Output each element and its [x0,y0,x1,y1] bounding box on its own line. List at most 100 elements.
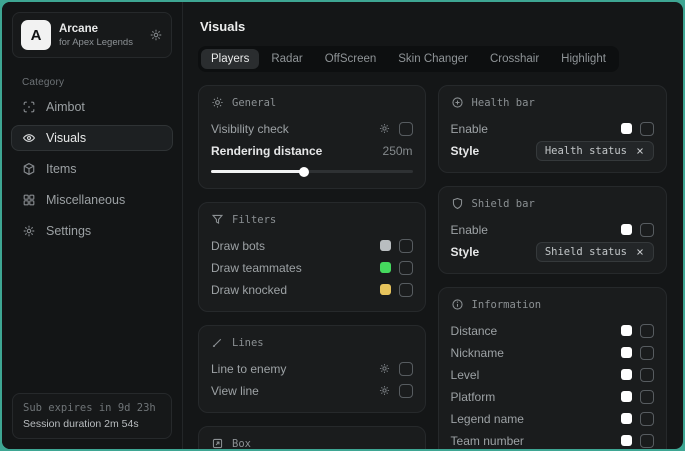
sidebar-item-settings[interactable]: Settings [11,218,173,244]
health-cross-icon [451,96,464,109]
team-number-checkbox[interactable] [640,434,654,448]
line-to-enemy-row: Line to enemy [211,358,413,379]
shield-bar-section-header: Shield bar [451,197,654,210]
row-label: Style [451,245,480,259]
row-label: Draw teammates [211,261,302,275]
sun-icon [211,96,224,109]
color-swatch[interactable] [621,369,632,380]
selected-option: Health status [545,145,627,157]
level-row: Level [451,364,654,385]
color-swatch[interactable] [621,123,632,134]
section-title: Shield bar [472,198,535,210]
visibility-check-row: Visibility check [211,118,413,139]
brand-subtitle: for Apex Legends [59,37,141,48]
clear-icon[interactable] [635,247,645,257]
visuals-tabbar: Players Radar OffScreen Skin Changer Cro… [198,46,619,72]
tab-highlight[interactable]: Highlight [551,49,616,69]
tab-radar[interactable]: Radar [261,49,312,69]
option-gear-icon[interactable] [378,362,391,375]
sidebar-item-visuals[interactable]: Visuals [11,125,173,151]
health-style-select[interactable]: Health status [536,141,654,161]
diagonal-line-icon [211,336,224,349]
draw-teammates-checkbox[interactable] [399,261,413,275]
general-section-header: General [211,96,413,109]
draw-knocked-row: Draw knocked [211,279,413,300]
platform-checkbox[interactable] [640,390,654,404]
color-swatch[interactable] [621,435,632,446]
lines-section: Lines Line to enemy [198,325,426,413]
left-column: General Visibility check [198,85,426,449]
rendering-distance-slider[interactable] [211,165,413,177]
draw-bots-checkbox[interactable] [399,239,413,253]
visibility-check-checkbox[interactable] [399,122,413,136]
color-swatch[interactable] [621,391,632,402]
color-swatch[interactable] [621,413,632,424]
row-label: Draw bots [211,239,265,253]
color-swatch[interactable] [621,347,632,358]
nickname-row: Nickname [451,342,654,363]
row-label: Enable [451,122,488,136]
app-logo: A [21,20,51,50]
sidebar-item-label: Miscellaneous [46,193,125,207]
tab-offscreen[interactable]: OffScreen [315,49,387,69]
settings-columns: General Visibility check [198,85,667,449]
color-swatch[interactable] [380,262,391,273]
brand-card: A Arcane for Apex Legends [12,12,172,58]
shield-enable-row: Enable [451,219,654,240]
sidebar-item-label: Aimbot [46,100,85,114]
category-label: Category [22,77,162,88]
option-gear-icon[interactable] [378,384,391,397]
health-enable-checkbox[interactable] [640,122,654,136]
shield-bar-section: Shield bar Enable Style Shield status [438,186,667,274]
draw-bots-row: Draw bots [211,235,413,256]
crosshair-icon [22,100,36,114]
health-style-row: Style Health status [451,140,654,161]
sidebar-item-aimbot[interactable]: Aimbot [11,94,173,120]
shield-enable-checkbox[interactable] [640,223,654,237]
draw-knocked-checkbox[interactable] [399,283,413,297]
line-to-enemy-checkbox[interactable] [399,362,413,376]
color-swatch[interactable] [380,284,391,295]
draw-teammates-row: Draw teammates [211,257,413,278]
color-swatch[interactable] [621,224,632,235]
distance-checkbox[interactable] [640,324,654,338]
box-icon [211,437,224,449]
option-gear-icon[interactable] [378,122,391,135]
right-column: Health bar Enable Style Health status [438,85,667,449]
legend-name-checkbox[interactable] [640,412,654,426]
slider-thumb[interactable] [299,167,309,177]
tab-skin-changer[interactable]: Skin Changer [388,49,478,69]
information-section: Information Distance Nickname [438,287,667,449]
main-content: Visuals Players Radar OffScreen Skin Cha… [183,2,683,449]
shield-style-row: Style Shield status [451,241,654,262]
color-swatch[interactable] [380,240,391,251]
sidebar-item-label: Visuals [46,131,86,145]
health-bar-section-header: Health bar [451,96,654,109]
session-duration-text: Session duration 2m 54s [23,418,161,430]
sidebar-item-items[interactable]: Items [11,156,173,182]
sidebar-item-label: Items [46,162,77,176]
tab-crosshair[interactable]: Crosshair [480,49,549,69]
box-section: Box Enable Enable background [198,426,426,449]
view-line-checkbox[interactable] [399,384,413,398]
sidebar-item-miscellaneous[interactable]: Miscellaneous [11,187,173,213]
eye-icon [22,131,36,145]
row-label: Level [451,368,480,382]
color-swatch[interactable] [621,325,632,336]
settings-gear-icon[interactable] [149,28,163,42]
section-title: General [232,97,276,109]
level-checkbox[interactable] [640,368,654,382]
filters-section: Filters Draw bots Draw teammates [198,202,426,312]
section-title: Box [232,438,251,450]
platform-row: Platform [451,386,654,407]
information-section-header: Information [451,298,654,311]
sidebar-nav: Aimbot Visuals Items [2,94,182,244]
row-label: Style [451,144,480,158]
nickname-checkbox[interactable] [640,346,654,360]
section-title: Filters [232,214,276,226]
clear-icon[interactable] [635,146,645,156]
row-label: View line [211,384,259,398]
shield-style-select[interactable]: Shield status [536,242,654,262]
sidebar-item-label: Settings [46,224,91,238]
tab-players[interactable]: Players [201,49,259,69]
